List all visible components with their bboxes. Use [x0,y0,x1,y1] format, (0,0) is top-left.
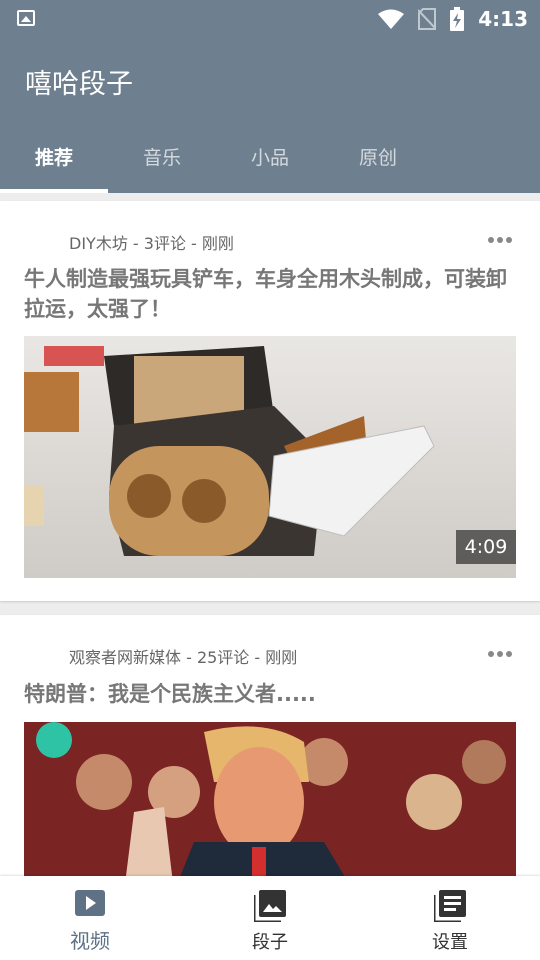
clock: 4:13 [478,7,528,31]
play-icon [75,890,105,916]
video-thumbnail[interactable]: 4:09 [24,336,516,578]
nav-settings[interactable]: 设置 [360,876,540,960]
tab-skit[interactable]: 小品 [216,132,324,193]
nav-video[interactable]: 视频 [0,876,180,960]
gallery-notification-icon [17,10,35,26]
wifi-icon [378,9,405,29]
post-title: 特朗普：我是个民族主义者..... [24,682,316,706]
tab-recommend[interactable]: 推荐 [0,132,108,193]
wooden-toy-bulldozer-image [24,336,516,578]
bottom-navigation: 视频 段子 设置 [0,876,540,960]
status-icons: 4:13 [378,6,528,32]
post-title: 牛人制造最强玩具铲车，车身全用木头制成，可装卸拉运，太强了！ [24,267,507,321]
tab-music[interactable]: 音乐 [108,132,216,193]
nav-video-label: 视频 [70,929,110,953]
rally-crowd-image [24,722,516,892]
nav-jokes-label: 段子 [252,932,288,953]
image-icon [254,890,286,922]
more-options-icon[interactable] [488,237,512,243]
feed-item[interactable]: DIY木坊 - 3评论 - 刚刚 牛人制造最强玩具铲车，车身全用木头制成，可装卸… [0,201,540,601]
category-tabs: 推荐 音乐 小品 原创 [0,132,432,193]
tab-original[interactable]: 原创 [324,132,432,193]
post-meta: 观察者网新媒体 - 25评论 - 刚刚 [69,648,298,667]
video-thumbnail[interactable] [24,722,516,892]
video-duration: 4:09 [456,530,516,564]
feed-item[interactable]: 观察者网新媒体 - 25评论 - 刚刚 特朗普：我是个民族主义者..... [0,615,540,915]
more-options-icon[interactable] [488,651,512,657]
status-bar: 4:13 [0,0,540,38]
list-icon [434,890,466,922]
app-bar: 嘻哈段子 推荐 音乐 小品 原创 [0,38,540,193]
app-title: 嘻哈段子 [25,69,133,100]
battery-charging-icon [450,7,465,31]
nav-jokes[interactable]: 段子 [180,876,360,960]
nav-settings-label: 设置 [432,932,468,953]
no-sim-icon [418,8,437,30]
post-meta: DIY木坊 - 3评论 - 刚刚 [69,234,234,253]
